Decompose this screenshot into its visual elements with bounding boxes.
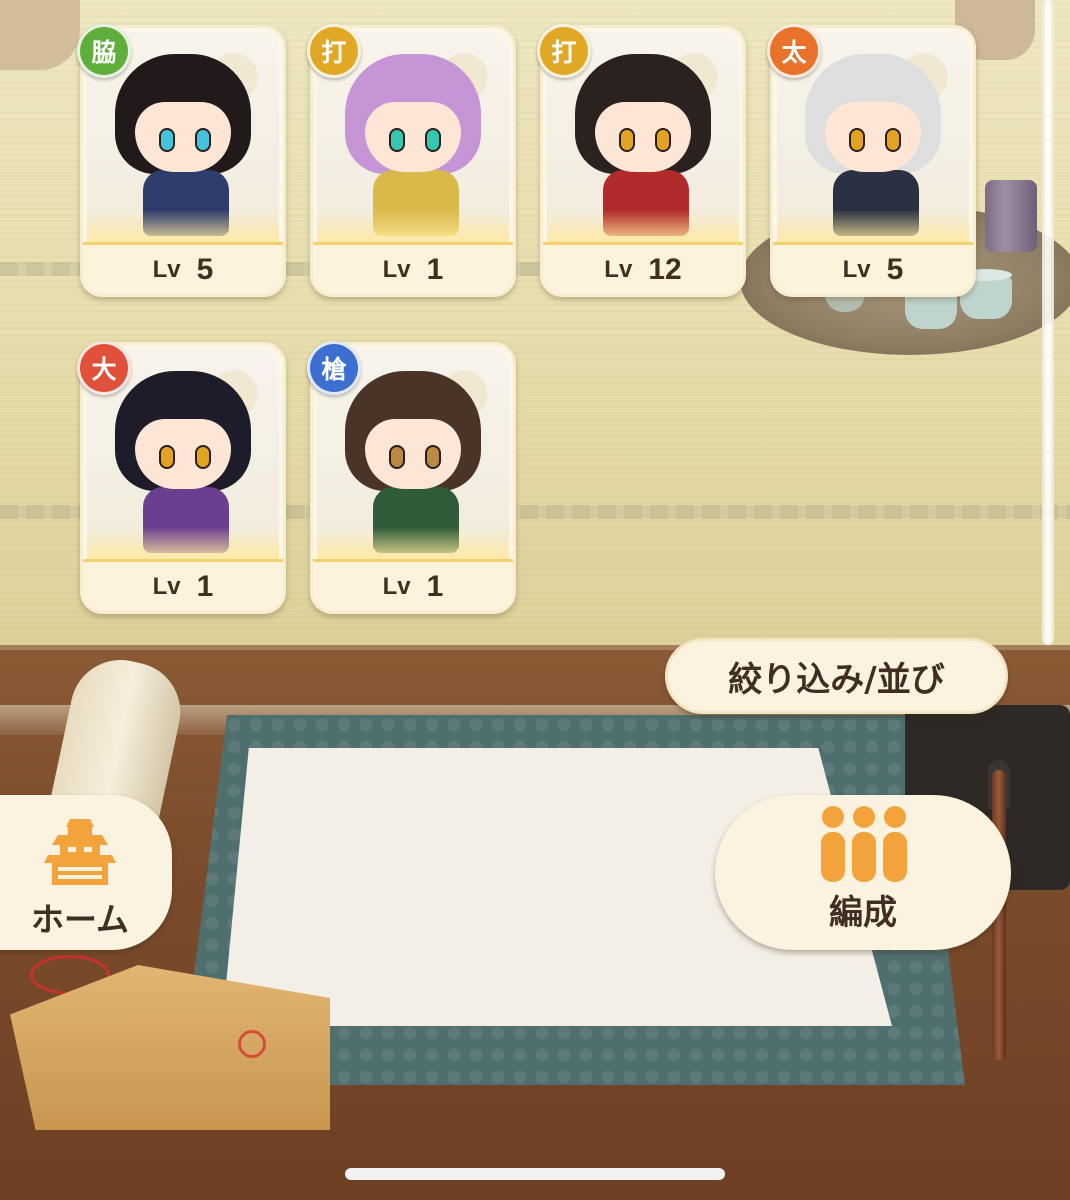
eye [389, 128, 405, 152]
sword-type-badge: 太 [767, 24, 821, 78]
three-people-icon [821, 806, 907, 882]
level-value: 1 [196, 569, 214, 603]
level-label: Lv [152, 255, 181, 283]
home-label: ホーム [30, 900, 129, 939]
filter-sort-label: 絞り込み/並び [728, 659, 945, 700]
eye [425, 445, 441, 469]
sword-type-badge: 打 [537, 24, 591, 78]
eye [619, 128, 635, 152]
face [135, 419, 231, 489]
level-label: Lv [152, 572, 181, 600]
eye [425, 128, 441, 152]
level-bar: Lv 5 [773, 242, 973, 294]
level-value: 12 [648, 252, 682, 286]
level-label: Lv [382, 255, 411, 283]
character-card[interactable]: Lv 1 大 [77, 341, 286, 614]
level-bar: Lv 1 [83, 559, 283, 611]
eye [159, 445, 175, 469]
formation-label: 編成 [829, 893, 897, 933]
face [135, 102, 231, 172]
tea-canister [985, 180, 1037, 252]
sword-type-badge: 打 [307, 24, 361, 78]
character-card[interactable]: Lv 12 打 [537, 24, 746, 297]
sword-type-badge: 脇 [77, 24, 131, 78]
level-bar: Lv 12 [543, 242, 743, 294]
scrollbar[interactable] [1042, 0, 1054, 645]
level-bar: Lv 1 [313, 242, 513, 294]
level-value: 1 [426, 569, 444, 603]
level-bar: Lv 5 [83, 242, 283, 294]
eye [195, 128, 211, 152]
eye [159, 128, 175, 152]
sword-type-badge: 大 [77, 341, 131, 395]
eye [389, 445, 405, 469]
home-indicator[interactable] [345, 1168, 725, 1180]
eye [655, 128, 671, 152]
eye [885, 128, 901, 152]
face [595, 102, 691, 172]
eye [195, 445, 211, 469]
eye [849, 128, 865, 152]
face [365, 102, 461, 172]
character-card[interactable]: Lv 5 太 [767, 24, 976, 297]
level-label: Lv [604, 255, 633, 283]
level-bar: Lv 1 [313, 559, 513, 611]
castle-icon [44, 819, 116, 885]
character-card[interactable]: Lv 5 脇 [77, 24, 286, 297]
level-label: Lv [842, 255, 871, 283]
level-value: 5 [196, 252, 214, 286]
ema-crest [238, 1030, 266, 1058]
level-value: 5 [886, 252, 904, 286]
character-card[interactable]: Lv 1 打 [307, 24, 516, 297]
character-card[interactable]: Lv 1 槍 [307, 341, 516, 614]
filter-sort-button[interactable]: 絞り込み/並び [665, 638, 1008, 714]
level-label: Lv [382, 572, 411, 600]
face [825, 102, 921, 172]
sword-type-badge: 槍 [307, 341, 361, 395]
level-value: 1 [426, 252, 444, 286]
face [365, 419, 461, 489]
